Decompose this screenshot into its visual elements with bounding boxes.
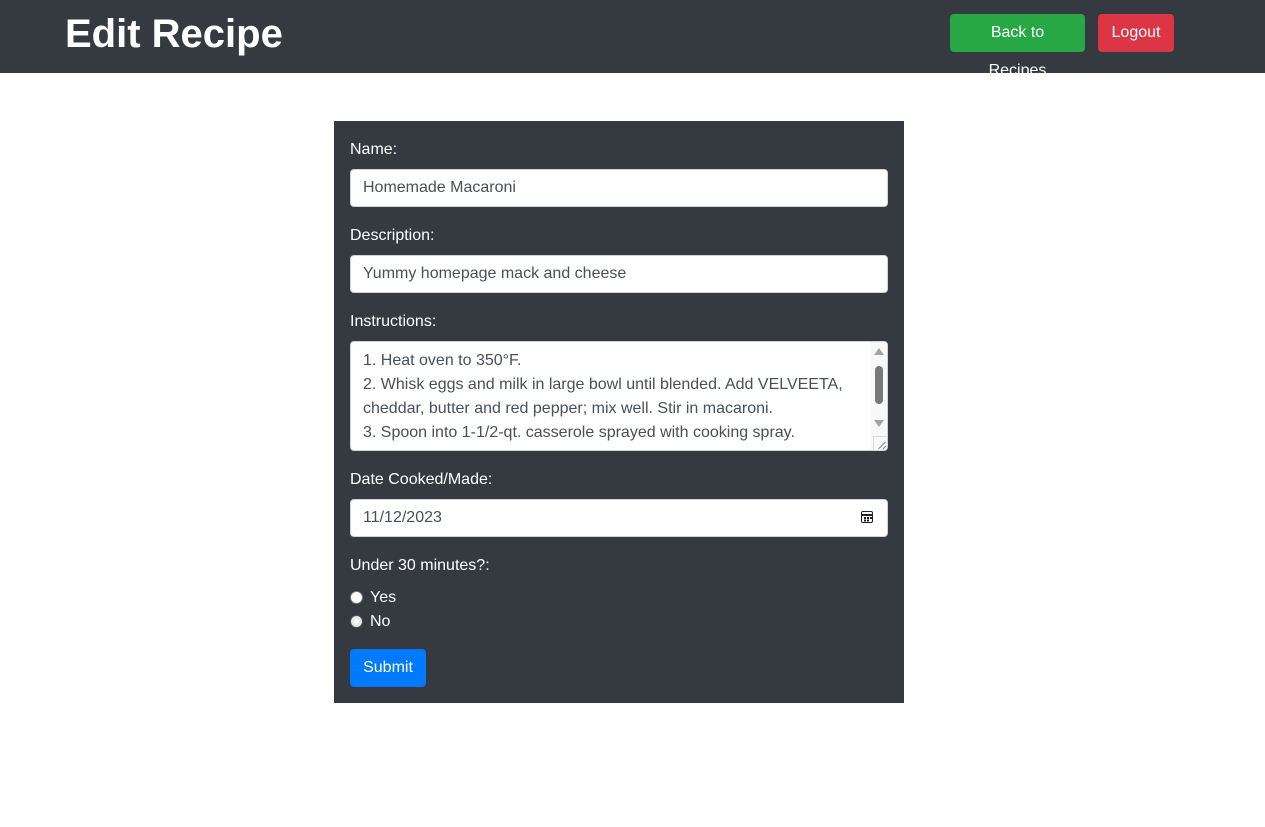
resize-handle-icon[interactable] <box>873 436 887 450</box>
scroll-up-arrow-icon[interactable] <box>874 348 884 355</box>
back-to-recipes-button[interactable]: Back to Recipes <box>950 14 1085 79</box>
instructions-textarea[interactable]: 1. Heat oven to 350°F. 2. Whisk eggs and… <box>350 341 888 451</box>
calendar-icon[interactable] <box>861 511 873 523</box>
instructions-scrollbar[interactable] <box>871 342 887 450</box>
scrollbar-thumb[interactable] <box>875 366 883 404</box>
edit-recipe-form: Name: Homemade Macaroni Description: Yum… <box>334 121 904 703</box>
date-value: 11/12/2023 <box>363 509 442 526</box>
instructions-text: 1. Heat oven to 350°F. 2. Whisk eggs and… <box>363 352 843 441</box>
top-navbar: Edit Recipe Back to Recipes Logout <box>0 0 1265 79</box>
under-30-minutes-label: Under 30 minutes?: <box>350 557 490 574</box>
name-label: Name: <box>350 141 398 158</box>
description-input[interactable]: Yummy homepage mack and cheese <box>350 255 888 293</box>
logout-button[interactable]: Logout <box>1098 14 1174 52</box>
instructions-label: Instructions: <box>350 313 437 330</box>
yes-radio-label[interactable]: Yes <box>370 587 396 609</box>
date-input[interactable]: 11/12/2023 <box>350 499 888 537</box>
page-title: Edit Recipe <box>65 12 283 56</box>
name-input[interactable]: Homemade Macaroni <box>350 169 888 207</box>
scroll-down-arrow-icon[interactable] <box>874 420 884 427</box>
description-label: Description: <box>350 227 435 244</box>
submit-button[interactable]: Submit <box>350 649 426 687</box>
no-radio-label[interactable]: No <box>370 611 390 633</box>
no-radio-button[interactable] <box>350 615 363 628</box>
date-label: Date Cooked/Made: <box>350 471 493 488</box>
yes-radio-button[interactable] <box>350 591 363 604</box>
